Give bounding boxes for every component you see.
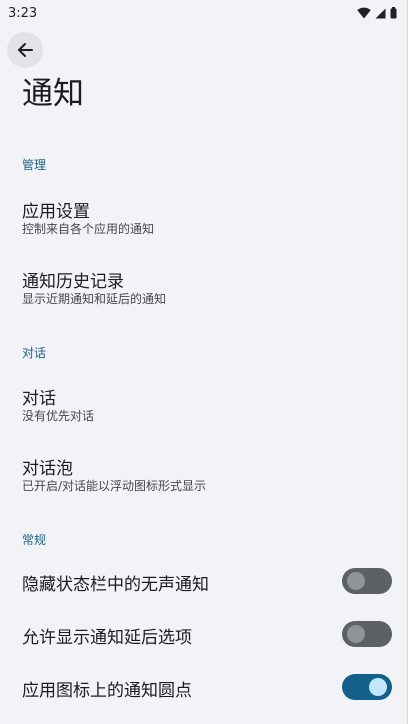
bubbles-title: 对话泡 xyxy=(22,459,73,479)
notification-history-item[interactable]: 通知历史记录 显示近期通知和延后的通知 xyxy=(0,256,407,318)
notification-dot-title: 应用图标上的通知圆点 xyxy=(22,681,192,701)
allow-snooze-item[interactable]: 允许显示通知延后选项 xyxy=(0,609,407,659)
notification-history-summary: 显示近期通知和延后的通知 xyxy=(22,292,167,306)
status-time: 3:23 xyxy=(8,6,38,21)
wifi-icon xyxy=(357,7,371,19)
toggle-thumb xyxy=(347,572,365,590)
notification-dot-toggle[interactable] xyxy=(342,674,392,700)
notification-history-title: 通知历史记录 xyxy=(22,272,124,292)
hide-silent-notifications-toggle[interactable] xyxy=(342,568,392,594)
bubbles-summary: 已开启/对话能以浮动图标形式显示 xyxy=(22,479,207,493)
app-settings-summary: 控制来自各个应用的通知 xyxy=(22,222,155,236)
back-button[interactable] xyxy=(7,32,43,68)
toggle-thumb xyxy=(369,678,387,696)
section-header-general: 常规 xyxy=(22,533,47,547)
battery-icon xyxy=(390,7,397,19)
allow-snooze-toggle[interactable] xyxy=(342,621,392,647)
app-settings-item[interactable]: 应用设置 控制来自各个应用的通知 xyxy=(0,186,407,248)
hide-silent-notifications-item[interactable]: 隐藏状态栏中的无声通知 xyxy=(0,556,407,606)
status-bar: 3:23 xyxy=(0,0,407,28)
section-header-manage: 管理 xyxy=(22,158,47,172)
section-header-conversations: 对话 xyxy=(22,346,47,360)
settings-screen: 3:23 通知 管理 应用设置 控制来自各个应用的通知 通知历史记录 显示近期通… xyxy=(0,0,407,724)
conversations-summary: 没有优先对话 xyxy=(22,409,95,423)
page-title: 通知 xyxy=(22,76,84,112)
back-arrow-icon xyxy=(18,43,33,57)
notification-dot-item[interactable]: 应用图标上的通知圆点 xyxy=(0,662,407,712)
cell-signal-icon xyxy=(375,8,386,18)
toggle-thumb xyxy=(347,625,365,643)
conversations-title: 对话 xyxy=(22,389,56,409)
bubbles-item[interactable]: 对话泡 已开启/对话能以浮动图标形式显示 xyxy=(0,443,407,505)
app-settings-title: 应用设置 xyxy=(22,202,90,222)
allow-snooze-title: 允许显示通知延后选项 xyxy=(22,628,192,648)
hide-silent-notifications-title: 隐藏状态栏中的无声通知 xyxy=(22,575,209,595)
conversations-item[interactable]: 对话 没有优先对话 xyxy=(0,373,407,435)
status-icons xyxy=(357,7,397,19)
